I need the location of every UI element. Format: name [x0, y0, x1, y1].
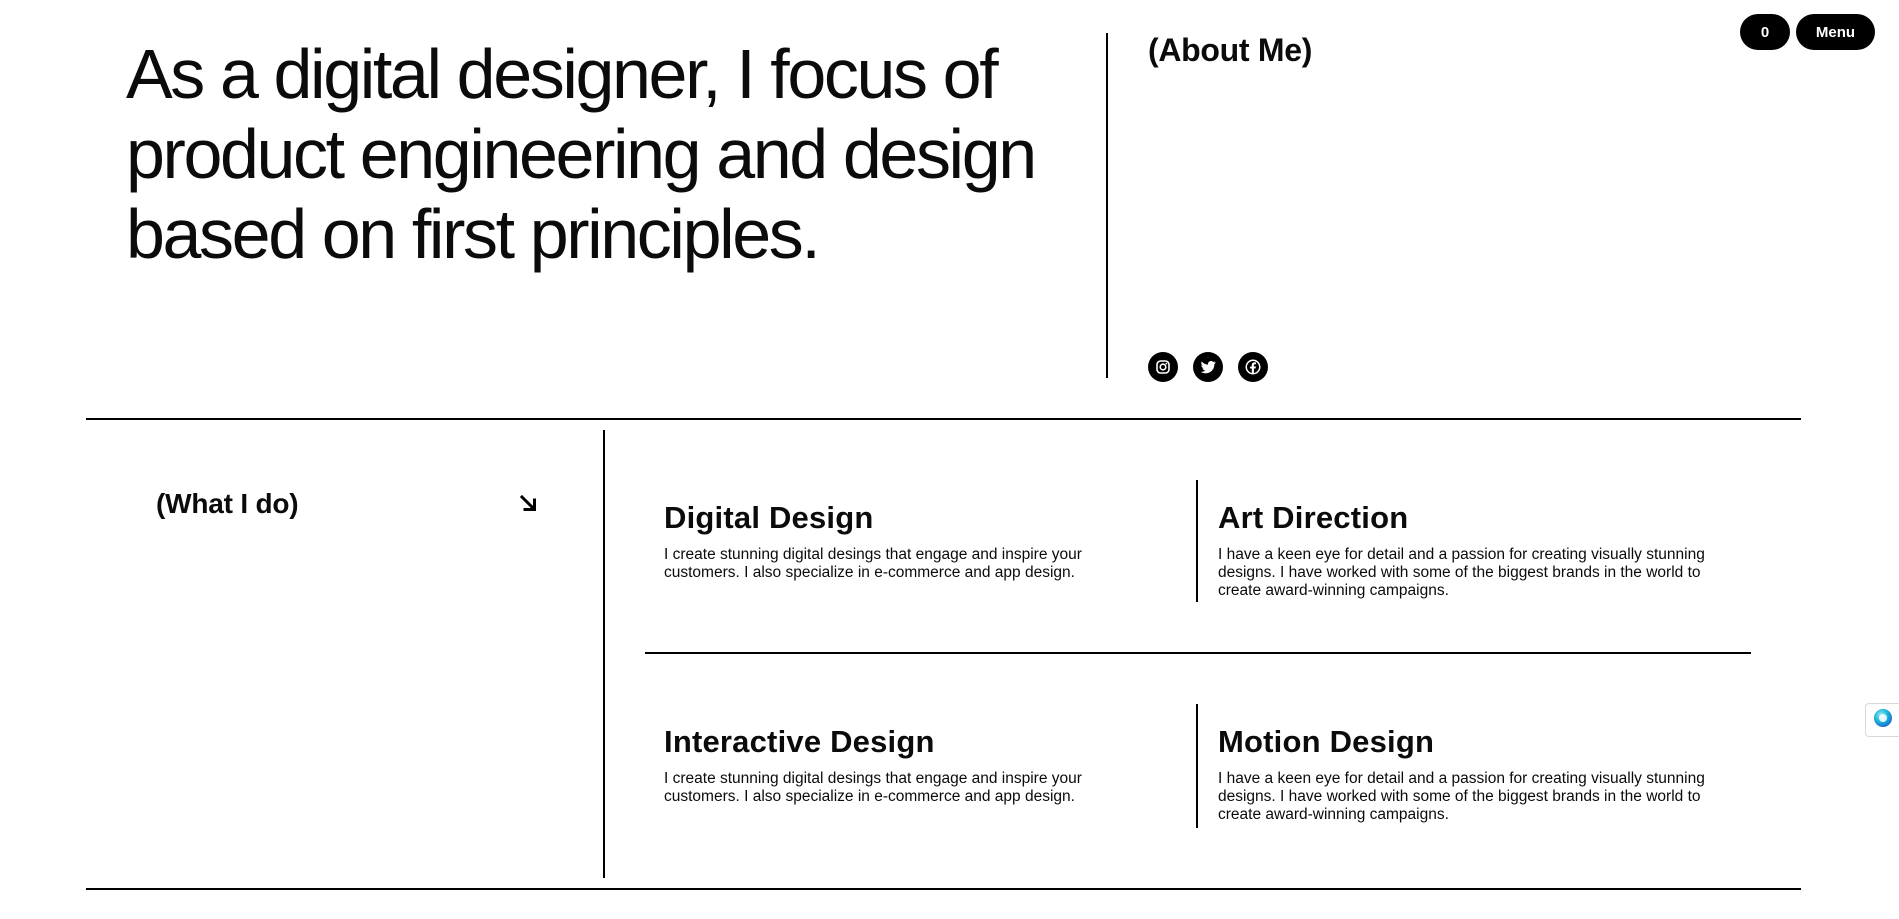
services-divider-row1 — [1196, 480, 1198, 602]
twitter-icon — [1199, 358, 1217, 376]
facebook-link[interactable] — [1238, 352, 1268, 382]
hero-headline: As a digital designer, I focus of produc… — [126, 35, 1037, 273]
top-controls: 0 Menu — [1740, 14, 1875, 50]
instagram-icon — [1155, 359, 1171, 375]
service-card: Digital Design I create stunning digital… — [664, 500, 1134, 582]
services-row-divider — [645, 652, 1751, 654]
service-description: I have a keen eye for detail and a passi… — [1218, 546, 1705, 599]
service-title: Motion Design — [1218, 724, 1435, 759]
services-divider-row2 — [1196, 704, 1198, 828]
assistant-widget-button[interactable] — [1865, 703, 1899, 737]
arrow-down-right-icon — [518, 493, 540, 515]
service-title: Digital Design — [664, 500, 874, 535]
service-description: I have a keen eye for detail and a passi… — [1218, 770, 1705, 823]
service-description: I create stunning digital desings that e… — [664, 546, 1082, 581]
service-title: Interactive Design — [664, 724, 935, 759]
service-card: Interactive Design I create stunning dig… — [664, 724, 1134, 806]
service-card: Motion Design I have a keen eye for deta… — [1218, 724, 1728, 824]
services-column-divider — [603, 430, 605, 878]
service-title: Art Direction — [1218, 500, 1409, 535]
assistant-orb-icon — [1873, 708, 1893, 733]
hero-divider — [1106, 33, 1108, 378]
twitter-link[interactable] — [1193, 352, 1223, 382]
menu-button[interactable]: Menu — [1796, 14, 1875, 50]
services-heading: (What I do) — [156, 488, 299, 519]
social-links — [1148, 352, 1268, 382]
facebook-icon — [1244, 358, 1262, 376]
section-divider-bottom — [86, 888, 1801, 890]
service-description: I create stunning digital desings that e… — [664, 770, 1082, 805]
cart-count-button[interactable]: 0 — [1740, 14, 1790, 50]
section-divider-top — [86, 418, 1801, 420]
instagram-link[interactable] — [1148, 352, 1178, 382]
service-card: Art Direction I have a keen eye for deta… — [1218, 500, 1728, 600]
about-heading: (About Me) — [1148, 32, 1313, 68]
